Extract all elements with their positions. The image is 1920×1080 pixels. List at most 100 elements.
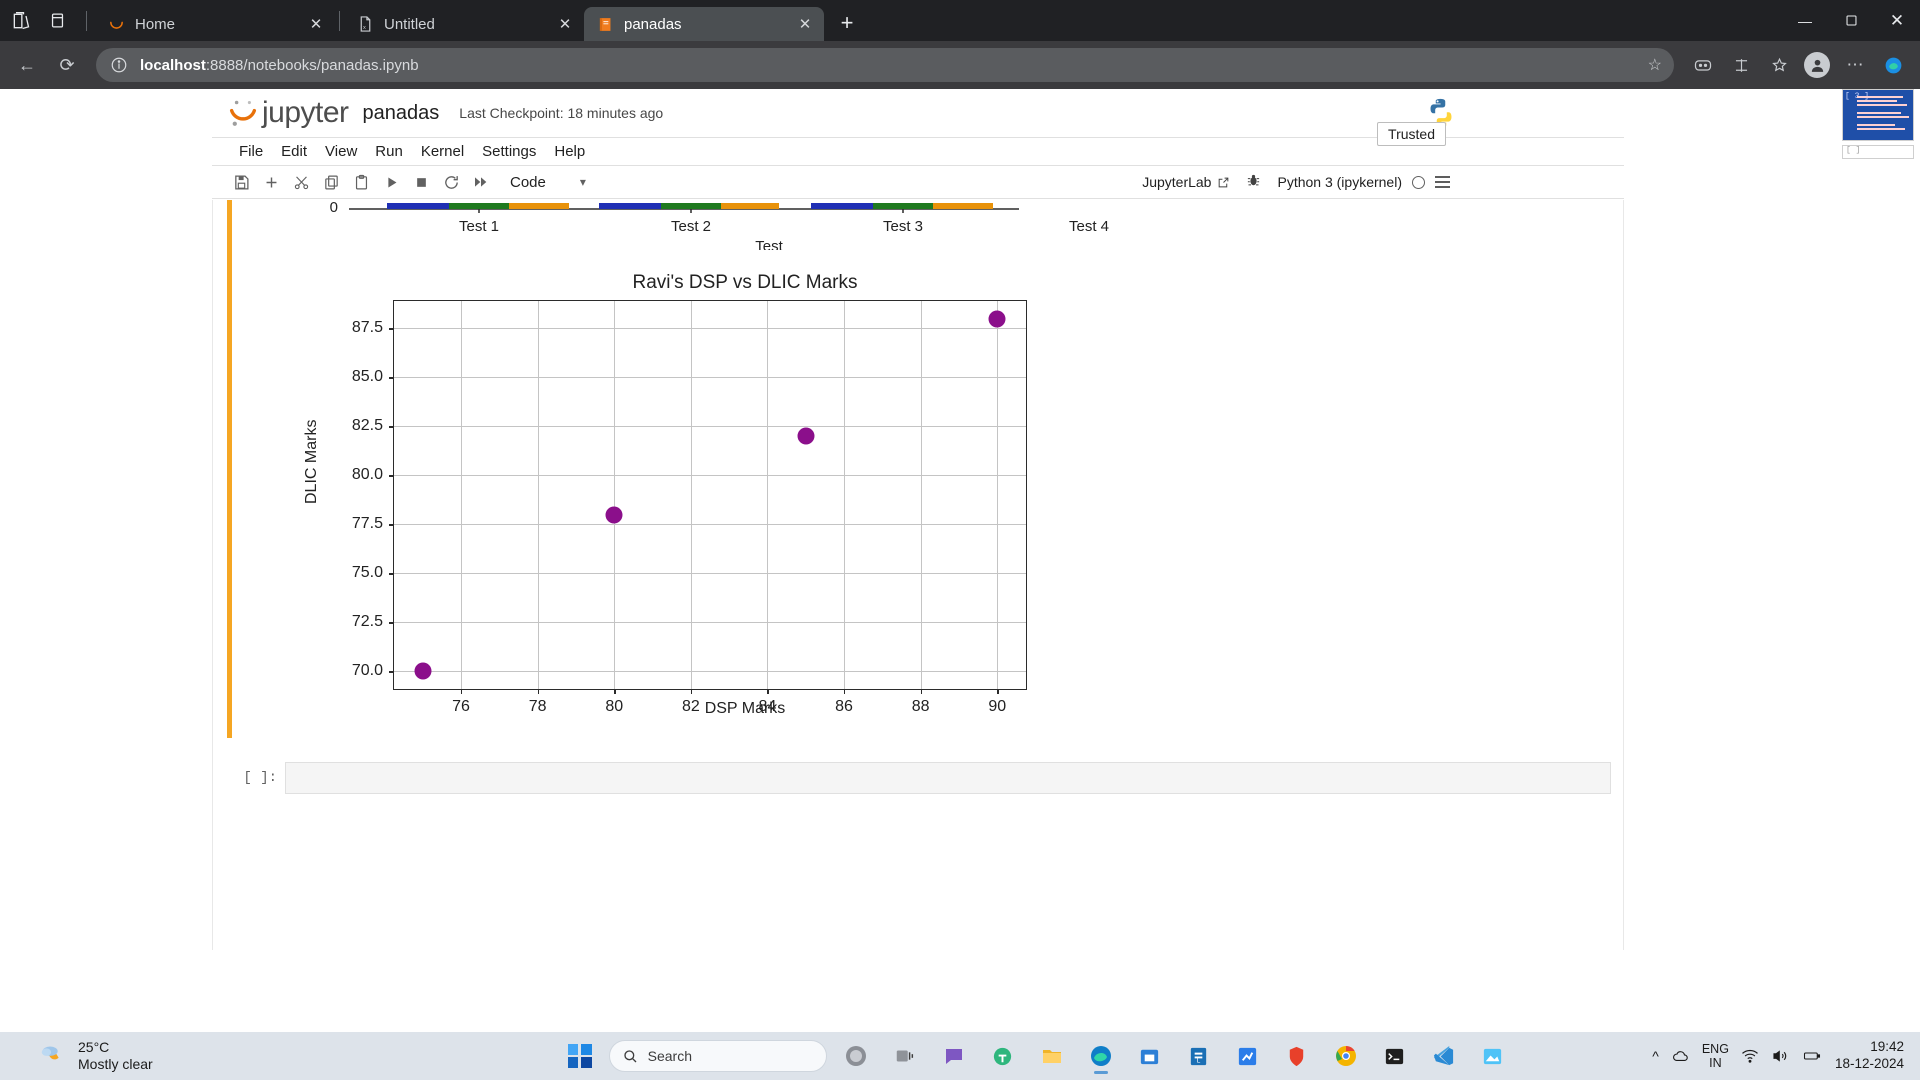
menu-view[interactable]: View [316, 140, 366, 163]
profile-icon[interactable] [1800, 48, 1834, 82]
reload-icon[interactable]: ⟳ [50, 48, 84, 82]
search-input[interactable]: Search [609, 1040, 827, 1072]
copy-icon[interactable] [316, 168, 346, 196]
wifi-icon[interactable] [1741, 1047, 1759, 1065]
close-icon[interactable]: ✕ [556, 15, 574, 33]
weather-widget[interactable]: 25°C Mostly clear [0, 1039, 420, 1074]
browser-tab-panadas[interactable]: panadas ✕ [584, 7, 824, 41]
start-button[interactable] [560, 1036, 600, 1076]
edge-icon[interactable] [1081, 1036, 1121, 1076]
search-placeholder: Search [648, 1048, 692, 1064]
split-screen-icon[interactable] [1724, 48, 1758, 82]
trusted-badge[interactable]: Trusted [1377, 122, 1446, 146]
site-info-icon[interactable] [108, 54, 130, 76]
close-button[interactable]: ✕ [1874, 0, 1920, 41]
tray-expand-icon[interactable]: ^ [1652, 1048, 1659, 1064]
notebook-minimap[interactable]: [ 3 ] [ ] [1842, 89, 1918, 159]
clock-date: 18-12-2024 [1835, 1056, 1904, 1073]
store-icon[interactable] [1130, 1036, 1170, 1076]
chevron-down-icon: ▾ [580, 175, 586, 189]
jupyter-logo[interactable]: jupyter [226, 96, 349, 130]
file-explorer-icon[interactable] [1032, 1036, 1072, 1076]
jupyter-notebook-app: jupyter panadas Last Checkpoint: 18 minu… [212, 89, 1624, 1032]
browser-tab-home[interactable]: Home ✕ [95, 7, 335, 41]
edge-sidebar-icon[interactable] [1876, 48, 1910, 82]
kernel-status-indicator[interactable] [1412, 176, 1425, 189]
task-view-icon[interactable] [885, 1036, 925, 1076]
jupyterlab-link[interactable]: JupyterLab [1142, 174, 1230, 190]
y-tick [389, 426, 394, 427]
tabstrip-left-icons [6, 0, 95, 41]
chat-icon[interactable] [934, 1036, 974, 1076]
y-tick-label: 87.5 [352, 319, 383, 337]
photos-icon[interactable] [1473, 1036, 1513, 1076]
language-indicator[interactable]: ENG IN [1702, 1042, 1729, 1071]
insert-cell-icon[interactable] [256, 168, 286, 196]
browser-tab-untitled[interactable]: x Untitled ✕ [344, 7, 584, 41]
menu-kernel[interactable]: Kernel [412, 140, 473, 163]
menu-file[interactable]: File [230, 140, 272, 163]
menu-settings[interactable]: Settings [473, 140, 545, 163]
brave-icon[interactable] [1277, 1036, 1317, 1076]
browser-navbar: ← ⟳ localhost:8888/notebooks/panadas.ipy… [0, 41, 1920, 89]
volume-icon[interactable] [1771, 1047, 1789, 1065]
address-bar[interactable]: localhost:8888/notebooks/panadas.ipynb ☆ [96, 48, 1674, 82]
menu-edit[interactable]: Edit [272, 140, 316, 163]
widgets-icon[interactable] [836, 1036, 876, 1076]
new-tab-button[interactable]: + [832, 8, 862, 38]
x-tick [691, 689, 692, 694]
battery-icon[interactable] [1801, 1047, 1823, 1065]
favorites-icon[interactable] [1762, 48, 1796, 82]
chart-app-icon[interactable] [1228, 1036, 1268, 1076]
chrome-icon[interactable] [1326, 1036, 1366, 1076]
notebook-name[interactable]: panadas [363, 102, 440, 125]
terminal-icon[interactable] [1375, 1036, 1415, 1076]
maximize-button[interactable] [1828, 0, 1874, 41]
menu-run[interactable]: Run [366, 140, 412, 163]
cell-type-select[interactable]: Code ▾ [510, 174, 586, 191]
libreoffice-icon[interactable]: L [1179, 1036, 1219, 1076]
y-tick [389, 377, 394, 378]
cut-icon[interactable] [286, 168, 316, 196]
x-tick [767, 689, 768, 694]
minimap-cell-thumb[interactable]: [ 3 ] [1842, 89, 1914, 141]
tab-actions-icon[interactable] [46, 10, 68, 32]
microsoft-teams-icon[interactable] [983, 1036, 1023, 1076]
notebook-scroll-area[interactable]: 0 [212, 200, 1624, 1032]
settings-more-icon[interactable]: ⋯ [1838, 48, 1872, 82]
kernel-name[interactable]: Python 3 (ipykernel) [1277, 174, 1402, 190]
y-tick [389, 622, 394, 623]
run-icon[interactable] [376, 168, 406, 196]
close-icon[interactable]: ✕ [796, 15, 814, 33]
x-tick-label: 82 [682, 698, 700, 716]
close-icon[interactable]: ✕ [307, 15, 325, 33]
y-tick [389, 573, 394, 574]
gridline-horizontal [394, 573, 1026, 574]
vscode-icon[interactable] [1424, 1036, 1464, 1076]
collections-icon[interactable] [10, 10, 32, 32]
x-axis-label: DSP Marks [353, 700, 1137, 718]
notebook-menu-icon[interactable] [1435, 176, 1450, 188]
paste-icon[interactable] [346, 168, 376, 196]
restart-kernel-icon[interactable] [436, 168, 466, 196]
system-tray: ^ ENG IN 19:42 18-12-2024 [1652, 1039, 1920, 1073]
copilot-icon[interactable] [1686, 48, 1720, 82]
minimap-empty-cell[interactable]: [ ] [1842, 145, 1914, 159]
empty-code-cell[interactable]: [ ]: [241, 762, 1611, 794]
debugger-icon[interactable] [1246, 173, 1261, 191]
taskbar-clock[interactable]: 19:42 18-12-2024 [1835, 1039, 1904, 1073]
onedrive-icon[interactable] [1671, 1047, 1690, 1066]
back-icon[interactable]: ← [10, 48, 44, 82]
minimize-button[interactable]: — [1782, 0, 1828, 41]
svg-text:Test 3: Test 3 [883, 218, 923, 235]
menu-help[interactable]: Help [545, 140, 594, 163]
tab-title: panadas [624, 16, 787, 33]
stop-icon[interactable] [406, 168, 436, 196]
y-tick [389, 524, 394, 525]
restart-run-all-icon[interactable] [466, 168, 496, 196]
bookmark-star-icon[interactable]: ☆ [1648, 55, 1662, 75]
cell-input-editor[interactable] [285, 762, 1611, 794]
save-icon[interactable] [226, 168, 256, 196]
x-tick [461, 689, 462, 694]
navbar-right-icons: ⋯ [1686, 48, 1910, 82]
